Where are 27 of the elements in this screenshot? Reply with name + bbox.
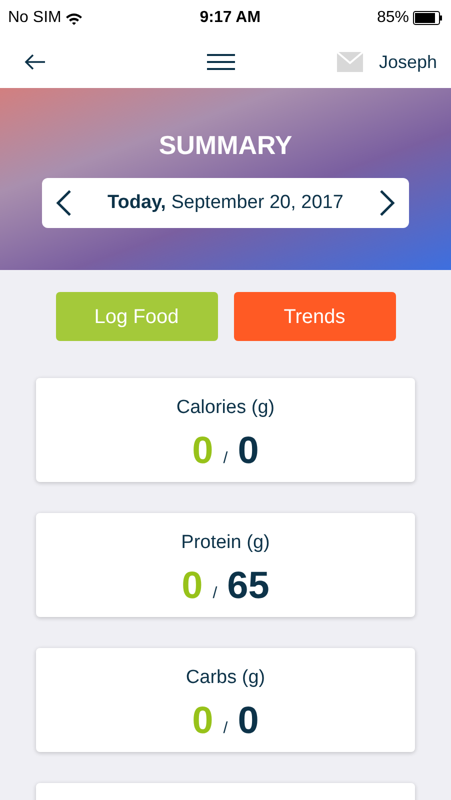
clock-text: 9:17 AM (200, 8, 261, 28)
date-label: Today, September 20, 2017 (108, 190, 344, 215)
goal-value: 65 (227, 564, 270, 606)
card-title: Calories (g) (175, 396, 276, 420)
nutrient-card[interactable]: Calories (g) 0 / 0 (36, 378, 415, 482)
previous-chevron-icon[interactable] (56, 190, 72, 216)
summary-title: SUMMARY (158, 132, 294, 158)
back-arrow-icon[interactable] (24, 54, 46, 70)
current-value: 0 (182, 564, 203, 606)
nutrient-card[interactable]: Protein (g) 0 / 65 (36, 513, 415, 617)
user-name[interactable]: Joseph (378, 48, 437, 76)
current-value: 0 (192, 700, 214, 742)
current-value: 0 (192, 430, 214, 472)
next-chevron-icon[interactable] (378, 190, 395, 216)
card-title: Protein (g) (180, 531, 271, 555)
goal-value: 0 (238, 430, 259, 472)
slash-separator: / (212, 584, 218, 602)
battery-icon (412, 11, 443, 25)
menu-icon[interactable] (207, 53, 236, 71)
goal-value: 0 (238, 700, 259, 742)
nutrient-card[interactable]: Carbs (g) 0 / 0 (36, 648, 415, 752)
slash-separator: / (223, 720, 228, 736)
battery-text: 85% (376, 8, 409, 28)
card-title: Carbs (g) (184, 666, 266, 690)
carrier-text: No SIM (8, 8, 62, 28)
wifi-icon (65, 12, 84, 24)
slash-separator: / (223, 450, 228, 466)
